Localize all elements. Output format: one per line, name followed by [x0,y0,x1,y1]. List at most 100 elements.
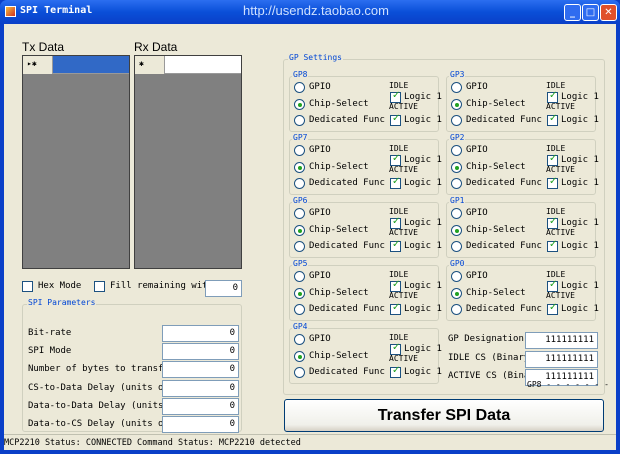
idle-logic-label: Logic 1 [404,281,442,291]
gpio-radio[interactable] [294,334,305,345]
active-logic-checkbox[interactable] [390,302,401,315]
chip-select-radio[interactable] [451,225,462,236]
gp-group-gp0: GP0 GPIO Chip-Select Dedicated Func IDLE… [446,259,599,321]
active-logic-label: Logic 1 [404,241,442,251]
dedicated-func-label: Dedicated Func [309,241,385,251]
dedicated-func-radio[interactable] [294,241,305,252]
gpio-radio[interactable] [294,82,305,93]
dedicated-func-radio[interactable] [294,367,305,378]
active-label: ACTIVE [389,102,418,111]
gp-bit-axis: GP8 - - - - - - - [527,380,609,389]
idle-logic-label: Logic 1 [561,281,599,291]
idle-label: IDLE [546,81,566,90]
chip-select-radio[interactable] [294,225,305,236]
gpio-label: GPIO [466,145,488,155]
transfer-spi-data-button[interactable]: Transfer SPI Data [284,399,604,432]
gpio-radio[interactable] [294,271,305,282]
tx-data-grid[interactable]: ▸✱ [22,55,130,269]
dedicated-func-label: Dedicated Func [309,367,385,377]
active-logic-checkbox[interactable] [390,113,401,126]
gp-summary-input[interactable]: 111111111 [525,332,598,349]
idle-logic-label: Logic 1 [561,218,599,228]
gp-group-title: GP8 [292,70,309,79]
gp-group-title: GP3 [449,70,466,79]
spi-param-input[interactable]: 0 [162,379,239,397]
rx-data-grid[interactable]: ✱ [134,55,242,269]
chip-select-label: Chip-Select [309,351,369,361]
chip-select-radio[interactable] [294,351,305,362]
active-logic-checkbox[interactable] [390,365,401,378]
chip-select-label: Chip-Select [309,288,369,298]
gpio-radio[interactable] [451,145,462,156]
dedicated-func-radio[interactable] [294,178,305,189]
spi-param-input[interactable]: 0 [162,361,239,379]
fill-value-input[interactable]: 0 [205,280,242,297]
idle-logic-label: Logic 1 [404,92,442,102]
gpio-label: GPIO [309,208,331,218]
active-logic-label: Logic 1 [404,178,442,188]
active-label: ACTIVE [546,291,575,300]
chip-select-radio[interactable] [451,162,462,173]
maximize-button[interactable]: □ [582,4,599,21]
dedicated-func-radio[interactable] [451,241,462,252]
dedicated-func-radio[interactable] [451,304,462,315]
dedicated-func-radio[interactable] [451,115,462,126]
spi-param-label: Data-to-Data Delay (units of 1 [28,400,163,411]
idle-label: IDLE [546,207,566,216]
active-label: ACTIVE [546,102,575,111]
spi-param-input[interactable]: 0 [162,325,239,342]
dedicated-func-radio[interactable] [294,304,305,315]
status-bar: MCP2210 Status: CONNECTED Command Status… [4,434,616,450]
rx-data-label: Rx Data [134,40,178,54]
gpio-radio[interactable] [451,208,462,219]
hex-mode-checkbox[interactable] [22,281,33,292]
chip-select-label: Chip-Select [466,288,526,298]
active-logic-checkbox[interactable] [547,113,558,126]
spi-param-input[interactable]: 0 [162,343,239,361]
gp-summary-label: GP Designation [448,334,524,344]
gpio-radio[interactable] [451,271,462,282]
spi-param-input[interactable]: 0 [162,416,239,433]
dedicated-func-radio[interactable] [451,178,462,189]
idle-logic-label: Logic 1 [404,155,442,165]
active-label: ACTIVE [389,354,418,363]
spi-param-input[interactable]: 0 [162,397,239,415]
gp-group-gp2: GP2 GPIO Chip-Select Dedicated Func IDLE… [446,133,599,195]
gpio-radio[interactable] [294,145,305,156]
gp-group-gp8: GP8 GPIO Chip-Select Dedicated Func IDLE… [289,70,442,132]
chip-select-radio[interactable] [451,288,462,299]
idle-label: IDLE [546,144,566,153]
fill-remaining-checkbox[interactable] [94,281,105,292]
spi-param-label: SPI Mode [28,346,72,357]
chip-select-radio[interactable] [294,288,305,299]
gp-group-title: GP4 [292,322,309,331]
gp-group-title: GP0 [449,259,466,268]
minimize-button[interactable]: _ [564,4,581,21]
spi-param-label: Bit-rate [28,328,72,338]
idle-logic-label: Logic 1 [404,218,442,228]
spi-param-label: CS-to-Data Delay (units of 10u [28,382,163,393]
window: SPI Terminal http://usendz.taobao.com _ … [0,0,620,454]
gpio-label: GPIO [309,334,331,344]
active-logic-checkbox[interactable] [547,176,558,189]
active-logic-checkbox[interactable] [547,302,558,315]
gp-settings-title: GP Settings [288,53,343,62]
idle-label: IDLE [389,333,409,342]
active-label: ACTIVE [546,228,575,237]
chip-select-radio[interactable] [294,162,305,173]
gpio-radio[interactable] [451,82,462,93]
spi-param-label: Number of bytes to transfer [28,364,163,375]
chip-select-radio[interactable] [294,99,305,110]
dedicated-func-label: Dedicated Func [466,304,542,314]
gp-group-gp4: GP4 GPIO Chip-Select Dedicated Func IDLE… [289,322,442,384]
gp-summary-input[interactable]: 111111111 [525,350,598,368]
active-logic-checkbox[interactable] [390,239,401,252]
chip-select-label: Chip-Select [466,99,526,109]
chip-select-radio[interactable] [451,99,462,110]
active-logic-checkbox[interactable] [547,239,558,252]
dedicated-func-radio[interactable] [294,115,305,126]
active-logic-checkbox[interactable] [390,176,401,189]
gpio-radio[interactable] [294,208,305,219]
tx-data-label: Tx Data [22,40,65,54]
close-button[interactable]: ✕ [600,4,617,21]
